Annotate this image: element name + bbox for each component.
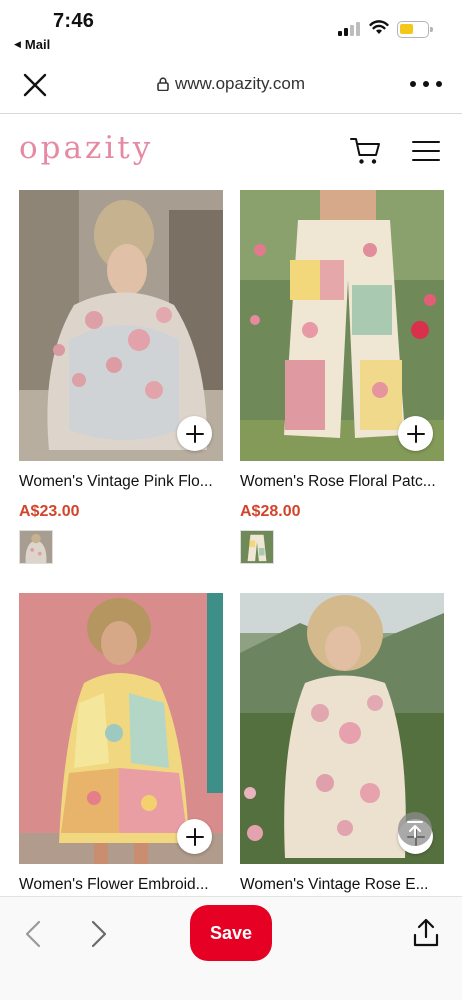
product-thumbnail[interactable] (19, 530, 53, 564)
site-header: opazity (0, 114, 462, 188)
product-card[interactable]: Women's Vintage Pink Flo... A$23.00 (19, 190, 223, 570)
plus-icon (185, 424, 204, 443)
product-price: A$28.00 (240, 503, 301, 520)
browser-bar: www.opazity.com (0, 56, 462, 114)
hamburger-menu-icon[interactable] (412, 139, 440, 163)
back-to-app-link[interactable]: ◀ Mail (14, 37, 50, 52)
product-card[interactable]: Women's Vintage Rose E... (240, 593, 444, 896)
back-triangle-icon: ◀ (14, 39, 21, 49)
product-name[interactable]: Women's Flower Embroid... (19, 876, 225, 894)
status-bar: 7:46 ◀ Mail (0, 0, 462, 56)
save-button[interactable]: Save (190, 905, 272, 961)
site-logo[interactable]: opazity (19, 130, 153, 166)
wifi-icon (369, 20, 389, 34)
share-icon[interactable] (410, 917, 442, 949)
add-to-collection-button[interactable] (177, 416, 212, 451)
more-dots-icon[interactable] (410, 78, 442, 90)
plus-icon (406, 424, 425, 443)
url-text: www.opazity.com (174, 74, 306, 93)
scroll-up-icon (407, 821, 423, 838)
url-bar[interactable]: www.opazity.com (0, 74, 462, 94)
chevron-left-icon[interactable] (22, 919, 44, 949)
scroll-to-top-button[interactable] (398, 812, 432, 846)
cellular-signal-icon (338, 22, 362, 36)
product-card[interactable]: Women's Rose Floral Patc... A$28.00 (240, 190, 444, 570)
add-to-collection-button[interactable] (398, 416, 433, 451)
product-thumbnail[interactable] (240, 530, 274, 564)
back-app-label: Mail (24, 37, 51, 52)
bottom-toolbar: Save (0, 896, 462, 1000)
product-name[interactable]: Women's Vintage Rose E... (240, 876, 446, 894)
product-name[interactable]: Women's Rose Floral Patc... (240, 473, 446, 491)
plus-icon (185, 827, 204, 846)
product-name[interactable]: Women's Vintage Pink Flo... (19, 473, 225, 491)
add-to-collection-button[interactable] (177, 819, 212, 854)
status-time: 7:46 (53, 10, 95, 32)
battery-icon (397, 21, 433, 38)
lock-icon (157, 77, 169, 91)
chevron-right-icon[interactable] (88, 919, 110, 949)
product-price: A$23.00 (19, 503, 80, 520)
product-card[interactable]: Women's Flower Embroid... (19, 593, 223, 896)
cart-icon[interactable] (350, 136, 382, 166)
